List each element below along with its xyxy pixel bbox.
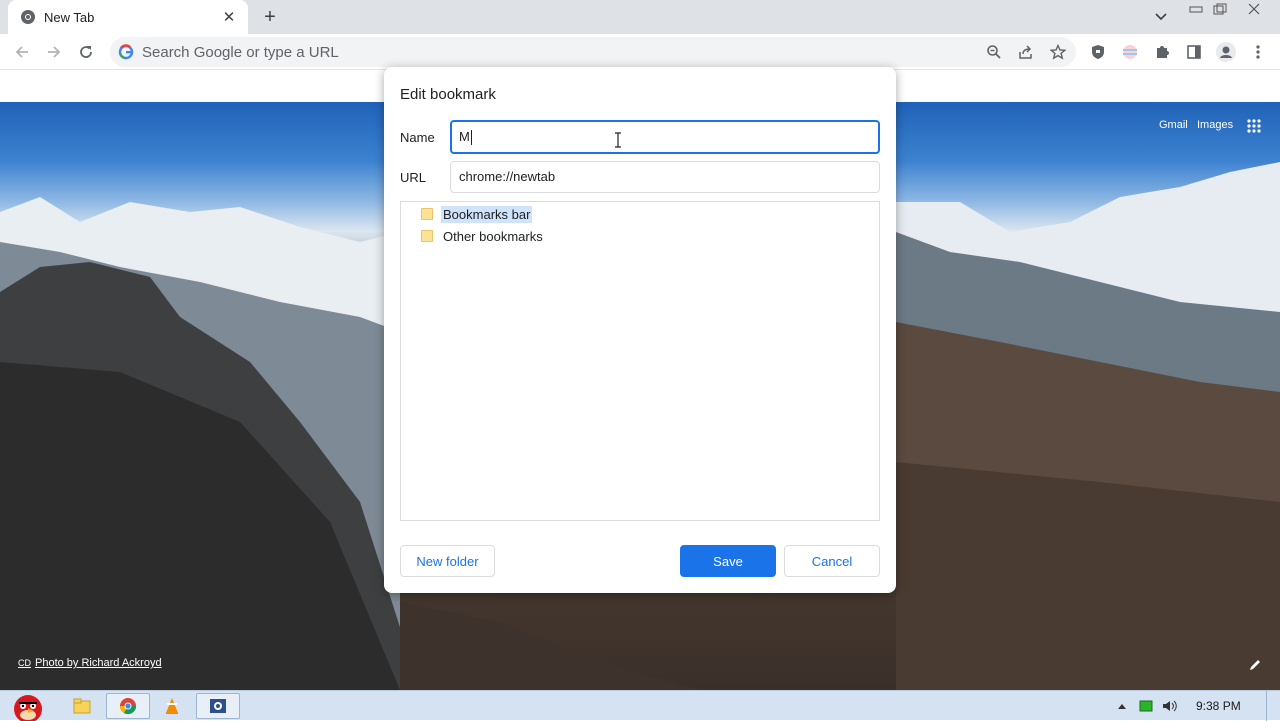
folder-icon [421, 208, 433, 220]
profile-avatar-icon[interactable] [1212, 38, 1240, 66]
taskbar-clock[interactable]: 9:38 PM [1196, 699, 1241, 713]
share-icon[interactable] [1014, 40, 1038, 64]
name-field[interactable]: M [450, 120, 880, 154]
name-label: Name [400, 130, 435, 145]
apps-grid-icon[interactable] [1246, 118, 1262, 134]
url-label: URL [400, 170, 427, 185]
translate-extension-icon[interactable] [1116, 38, 1144, 66]
minimize-icon[interactable] [1184, 0, 1208, 18]
text-caret [470, 130, 472, 146]
tab-search-icon[interactable] [1150, 6, 1172, 28]
url-field[interactable]: chrome://newtab [450, 161, 880, 193]
images-link[interactable]: Images [1197, 119, 1233, 131]
folder-label: Other bookmarks [443, 228, 543, 244]
credit-text: Photo by Richard Ackroyd [35, 657, 162, 669]
reload-button[interactable] [72, 38, 100, 66]
tray-overflow-icon[interactable] [1112, 693, 1132, 719]
start-button-angry-bird-icon[interactable] [4, 693, 52, 721]
battery-tray-icon[interactable] [1136, 693, 1156, 719]
new-tab-button[interactable]: + [258, 6, 282, 28]
name-field-value: M [459, 129, 470, 144]
window-close-icon[interactable] [1242, 0, 1266, 18]
new-folder-button[interactable]: New folder [400, 545, 495, 577]
folder-label: Bookmarks bar [441, 205, 533, 223]
volume-tray-icon[interactable] [1160, 693, 1180, 719]
close-tab-icon[interactable]: ✕ [220, 8, 238, 26]
folder-item-other-bookmarks[interactable]: Other bookmarks [421, 226, 545, 246]
extensions-puzzle-icon[interactable] [1148, 38, 1176, 66]
credit-prefix: CD [18, 658, 31, 668]
dialog-title: Edit bookmark [400, 86, 496, 103]
side-panel-icon[interactable] [1180, 38, 1208, 66]
tab-new-tab[interactable]: New Tab ✕ [8, 0, 248, 34]
chrome-taskbar-icon[interactable] [106, 693, 150, 719]
vlc-icon[interactable] [150, 693, 194, 719]
menu-kebab-icon[interactable] [1244, 38, 1272, 66]
tab-strip: New Tab ✕ + [0, 0, 1280, 34]
customize-pencil-icon[interactable] [1248, 658, 1262, 672]
folder-tree: Bookmarks bar Other bookmarks [400, 201, 880, 521]
star-icon[interactable] [1046, 40, 1070, 64]
chrome-icon [20, 9, 36, 25]
folder-item-bookmarks-bar[interactable]: Bookmarks bar [421, 204, 533, 224]
omnibox-placeholder: Search Google or type a URL [142, 44, 339, 61]
gmail-link[interactable]: Gmail [1159, 119, 1188, 131]
save-button[interactable]: Save [680, 545, 776, 577]
toolbar: Search Google or type a URL [0, 34, 1280, 70]
file-explorer-icon[interactable] [60, 693, 104, 719]
show-desktop-button[interactable] [1266, 691, 1280, 721]
tab-title: New Tab [44, 9, 95, 25]
restore-icon[interactable] [1208, 0, 1232, 18]
google-g-icon [118, 44, 134, 60]
edit-bookmark-dialog: Edit bookmark Name M URL chrome://newtab… [384, 67, 896, 593]
app-window-icon[interactable] [196, 693, 240, 719]
shield-extension-icon[interactable] [1084, 38, 1112, 66]
omnibox[interactable]: Search Google or type a URL [110, 37, 1076, 67]
taskbar: 9:38 PM [0, 690, 1280, 721]
cancel-button[interactable]: Cancel [784, 545, 880, 577]
zoom-icon[interactable] [982, 40, 1006, 64]
photo-credit[interactable]: CD Photo by Richard Ackroyd [18, 657, 162, 669]
forward-button[interactable] [40, 38, 68, 66]
folder-icon [421, 230, 433, 242]
back-button[interactable] [8, 38, 36, 66]
ibeam-cursor-icon [614, 132, 621, 148]
